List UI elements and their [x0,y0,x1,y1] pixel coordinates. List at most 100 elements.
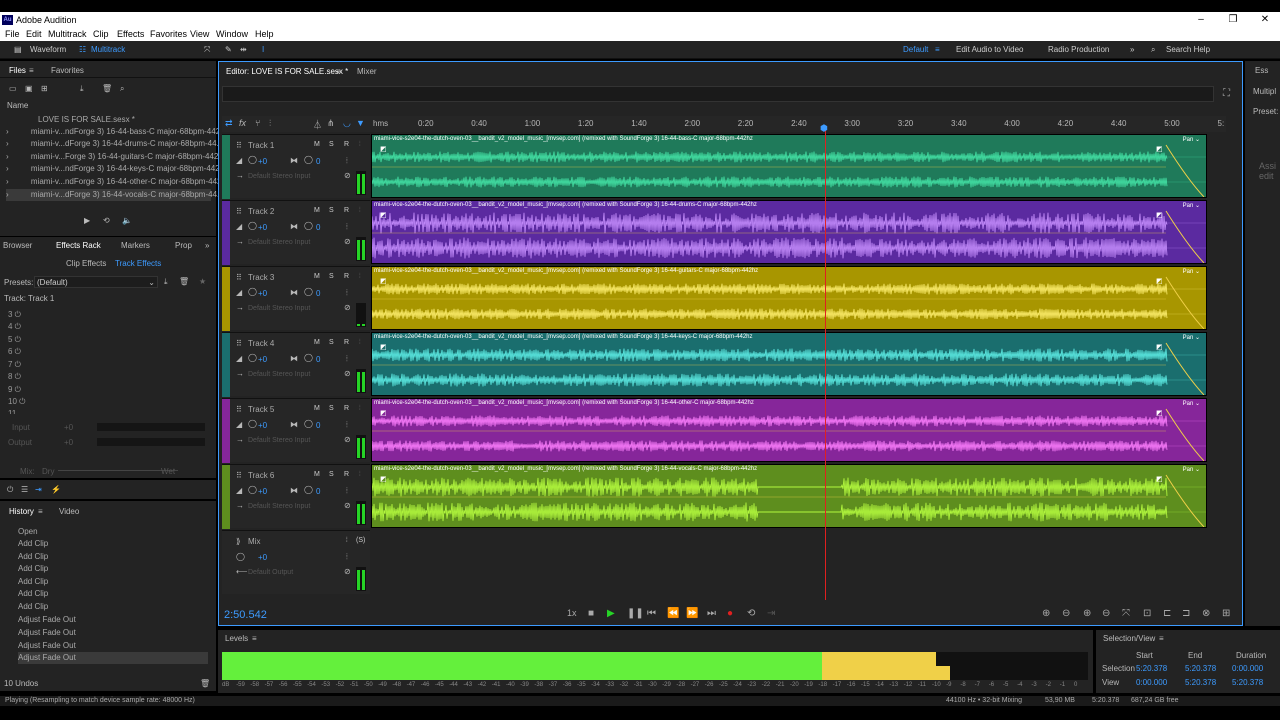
workspace-default[interactable]: Default [903,44,928,56]
record-arm-button[interactable]: R [344,405,349,412]
record-arm-button[interactable]: R [344,273,349,280]
clip-pan-menu[interactable]: Pan ⌄ [1183,136,1200,143]
mute-button[interactable]: M [314,273,320,280]
solo-button[interactable]: S [329,471,334,478]
zoom-full-icon[interactable]: ⤧ [1122,608,1130,619]
tab-essential-sound[interactable]: Ess [1255,66,1268,75]
fade-out-curve[interactable] [1165,276,1205,329]
history-item[interactable]: Adjust Fade Out [18,627,208,639]
zoom-out-point-icon[interactable]: ⊐ [1182,608,1190,619]
menu-effects[interactable]: Effects [117,29,144,39]
file-item-session[interactable]: LOVE IS FOR SALE.sesx * [6,114,135,126]
play-icon[interactable]: ▶ [607,608,615,619]
slip-tool-icon[interactable]: ⇹ [240,44,247,56]
search-help-input[interactable]: Search Help [1166,44,1210,56]
pan-knob-icon[interactable]: ◯ [304,419,313,428]
record-arm-button[interactable]: R [344,207,349,214]
audio-clip[interactable]: miami-vice-s2e04-the-dutch-oven-03__band… [371,200,1207,264]
metronome-icon[interactable]: ⏃ [313,118,322,131]
file-item[interactable]: › miami-v...Forge 3) 16-44-guitars-C maj… [6,151,218,163]
close-button[interactable]: ✕ [1254,13,1276,26]
track-name[interactable]: Track 5 [248,405,274,414]
volume-knob-icon[interactable]: ◯ [236,552,245,561]
tab-mixer[interactable]: Mixer [357,67,377,76]
effect-slot[interactable]: 7 ⏻ [8,359,21,371]
effect-slot[interactable]: 5 ⏻ [8,334,21,346]
power-icon[interactable]: ⏻ [7,485,13,495]
track-volume[interactable]: +0 [258,355,267,364]
audio-clip[interactable]: miami-vice-s2e04-the-dutch-oven-03__band… [371,464,1207,528]
maximize-button[interactable]: ❐ [1222,13,1244,26]
fade-out-curve[interactable] [1165,210,1205,263]
new-file-icon[interactable]: ⊞ [41,84,48,93]
track-volume[interactable]: +0 [258,157,267,166]
track-input[interactable]: Default Stereo Input [248,371,310,378]
move-tool-icon[interactable]: ⤧ [204,44,210,56]
timeline-ruler[interactable]: hms 0:20 0:40 1:00 1:20 1:40 2:00 2:20 2:40 3:00… [370,116,1226,132]
mute-button[interactable]: M [314,405,320,412]
solo-button[interactable]: S [329,207,334,214]
solo-button[interactable]: S [329,273,334,280]
selection-start[interactable]: 5:20.378 [1136,664,1167,673]
filter-icon[interactable]: ▼ [356,118,365,128]
fx-power-icon[interactable]: ⊘ [344,237,351,246]
multi-icon[interactable]: ⋔ [327,118,335,129]
mix-volume[interactable]: +0 [258,553,267,562]
fx-power-icon[interactable]: ⊘ [344,501,351,510]
open-file-icon[interactable]: ▭ [9,84,17,93]
track-pan[interactable]: 0 [316,223,320,232]
multitrack-icon[interactable]: ☷ [79,44,86,56]
rewind-icon[interactable]: ⏪ [667,608,679,619]
track-volume[interactable]: +0 [258,223,267,232]
minimize-button[interactable]: – [1190,13,1212,26]
view-duration[interactable]: 5:20.378 [1232,678,1263,687]
record-icon[interactable]: ● [727,608,733,619]
workspace-menu-icon[interactable]: ≡ [935,44,940,56]
volume-knob-icon[interactable]: ◯ [248,155,257,164]
zoom-playhead-icon[interactable]: ⊗ [1202,608,1210,619]
zoom-out-time-icon[interactable]: ⊖ [1102,608,1110,619]
track-pan[interactable]: 0 [316,421,320,430]
history-item[interactable]: Open [18,526,208,538]
volume-knob-icon[interactable]: ◯ [248,221,257,230]
track-pan[interactable]: 0 [316,289,320,298]
files-menu-icon[interactable]: ≡ [29,66,34,75]
tab-clip-effects[interactable]: Clip Effects [66,259,106,268]
record-arm-button[interactable]: R [344,141,349,148]
tab-editor[interactable]: Editor: LOVE IS FOR SALE.sesx * [226,67,348,76]
swap-icon[interactable]: ⇄ [225,118,233,129]
playback-rate[interactable]: 1x [567,608,577,618]
tab-markers[interactable]: Markers [121,241,150,250]
more-workspaces-icon[interactable]: » [1130,44,1134,56]
tab-track-effects[interactable]: Track Effects [115,259,161,268]
tab-favorites[interactable]: Favorites [51,66,84,75]
track-name[interactable]: Track 3 [248,273,274,282]
volume-knob-icon[interactable]: ◯ [248,485,257,494]
fast-forward-icon[interactable]: ⏩ [686,608,698,619]
effect-slot[interactable]: 3 ⏻ [8,309,21,321]
loop-playback-icon[interactable]: ⟲ [747,608,755,619]
fade-in-handle-icon[interactable]: ◩ [380,343,387,351]
move-to-start-icon[interactable]: ⏮ [647,608,656,619]
loop-preview-icon[interactable]: ⟲ [103,216,110,225]
multitrack-button[interactable]: Multitrack [91,44,125,56]
lightning-icon[interactable]: ⚡ [51,485,61,494]
zoom-to-fit-icon[interactable]: ⛶ [1223,88,1230,99]
fade-out-curve[interactable] [1165,342,1205,395]
tab-effects-rack[interactable]: Effects Rack [56,241,101,250]
track-input[interactable]: Default Stereo Input [248,239,310,246]
play-preview-icon[interactable]: ▶ [84,216,90,225]
fx-power-icon[interactable]: ⊘ [344,567,351,576]
clip-pan-menu[interactable]: Pan ⌄ [1183,268,1200,275]
menu-file[interactable]: File [5,29,20,39]
clip-pan-menu[interactable]: Pan ⌄ [1183,400,1200,407]
clear-history-icon[interactable]: 🗑 [200,679,210,688]
menu-window[interactable]: Window [216,29,248,39]
sends-icon[interactable]: ⑂ [255,118,260,128]
fade-in-handle-icon[interactable]: ◩ [380,145,387,153]
effect-slot[interactable]: 4 ⏻ [8,321,21,333]
clip-pan-menu[interactable]: Pan ⌄ [1183,334,1200,341]
save-preset-icon[interactable]: ⤓ [164,277,168,287]
tab-properties[interactable]: Prop [175,241,192,250]
menu-help[interactable]: Help [255,29,274,39]
